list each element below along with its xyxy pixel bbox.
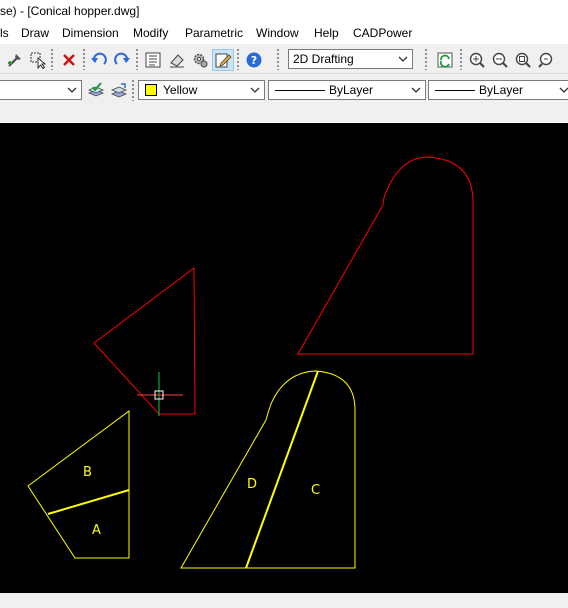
- menu-bar: ls Draw Dimension Modify Parametric Wind…: [0, 22, 568, 44]
- toolbar-grip[interactable]: [82, 48, 86, 70]
- zoom-extents-icon[interactable]: [535, 49, 557, 71]
- chevron-down-icon: [396, 50, 410, 68]
- help-icon[interactable]: ?: [243, 49, 265, 71]
- linetype-dropdown[interactable]: ByLayer: [268, 80, 426, 100]
- title-bar: se) - [Conical hopper.dwg]: [0, 0, 568, 22]
- redo-icon[interactable]: [111, 49, 133, 71]
- menu-cadpower[interactable]: CADPower: [353, 25, 412, 42]
- svg-text:?: ?: [251, 54, 257, 67]
- red-small-pattern[interactable]: [93, 267, 196, 415]
- menu-parametric[interactable]: Parametric: [185, 25, 243, 42]
- eraser-icon[interactable]: [166, 49, 188, 71]
- menu-help[interactable]: Help: [314, 25, 339, 42]
- toolbar-grip[interactable]: [459, 48, 463, 70]
- yellow-divider-ab[interactable]: [47, 489, 130, 515]
- menu-tools[interactable]: ls: [0, 25, 9, 42]
- linetype-value: ByLayer: [329, 83, 374, 97]
- toolbar-grip[interactable]: [236, 48, 240, 70]
- workspace-dropdown[interactable]: 2D Drafting: [288, 49, 413, 69]
- label-d: D: [247, 477, 257, 492]
- label-b: B: [83, 465, 92, 480]
- toolbar-grip[interactable]: [50, 48, 54, 70]
- window-title: se) - [Conical hopper.dwg]: [0, 4, 140, 18]
- workspace-value: 2D Drafting: [293, 52, 354, 66]
- toolbar-grip[interactable]: [135, 48, 139, 70]
- zoom-window-icon[interactable]: [512, 49, 534, 71]
- menu-modify[interactable]: Modify: [133, 25, 168, 42]
- layer-make-current-icon[interactable]: [85, 80, 107, 102]
- zoom-out-icon[interactable]: [489, 49, 511, 71]
- color-dropdown[interactable]: Yellow: [138, 80, 265, 100]
- color-swatch: [145, 84, 157, 96]
- menu-dimension[interactable]: Dimension: [62, 25, 119, 42]
- chevron-down-icon: [557, 81, 568, 99]
- pick-point-icon[interactable]: [4, 49, 26, 71]
- toolbar-grip[interactable]: [424, 48, 428, 70]
- layer-previous-icon[interactable]: [108, 80, 130, 102]
- menu-window[interactable]: Window: [256, 25, 299, 42]
- lineweight-value: ByLayer: [479, 83, 524, 97]
- ribbon-gap: [0, 105, 568, 123]
- standard-toolbar: ? 2D Drafting: [0, 44, 568, 74]
- lineweight-preview: [435, 90, 475, 91]
- label-a: A: [92, 523, 101, 538]
- drawing-canvas[interactable]: B A D C: [0, 123, 568, 593]
- workspace-refresh-icon[interactable]: [434, 49, 456, 71]
- edit-icon[interactable]: [212, 49, 234, 71]
- lineweight-dropdown[interactable]: ByLayer: [428, 80, 568, 100]
- linetype-preview: [275, 90, 325, 91]
- undo-icon[interactable]: [88, 49, 110, 71]
- delete-icon[interactable]: [58, 49, 80, 71]
- label-c: C: [311, 483, 320, 498]
- layer-dropdown[interactable]: [0, 80, 82, 100]
- toolbar-grip[interactable]: [276, 48, 280, 70]
- properties-toolbar: Yellow ByLayer ByLayer: [0, 75, 568, 105]
- menu-draw[interactable]: Draw: [21, 25, 49, 42]
- status-strip: [0, 593, 568, 608]
- chevron-down-icon: [248, 81, 262, 99]
- yellow-large-pattern[interactable]: [180, 370, 356, 569]
- drawing-svg: B A D C: [27, 156, 474, 569]
- yellow-small-pattern[interactable]: [27, 410, 130, 559]
- yellow-divider-cd[interactable]: [245, 370, 319, 569]
- crosshair-cursor: [137, 372, 183, 416]
- chevron-down-icon: [409, 81, 423, 99]
- cad-application: se) - [Conical hopper.dwg] ls Draw Dimen…: [0, 0, 568, 608]
- zoom-in-icon[interactable]: [466, 49, 488, 71]
- color-value: Yellow: [163, 83, 198, 97]
- toolbar-grip[interactable]: [131, 79, 135, 101]
- settings-gear-icon[interactable]: [189, 49, 211, 71]
- select-objects-icon[interactable]: [27, 49, 49, 71]
- properties-icon[interactable]: [142, 49, 164, 71]
- red-large-pattern[interactable]: [297, 156, 474, 355]
- chevron-down-icon: [65, 81, 79, 99]
